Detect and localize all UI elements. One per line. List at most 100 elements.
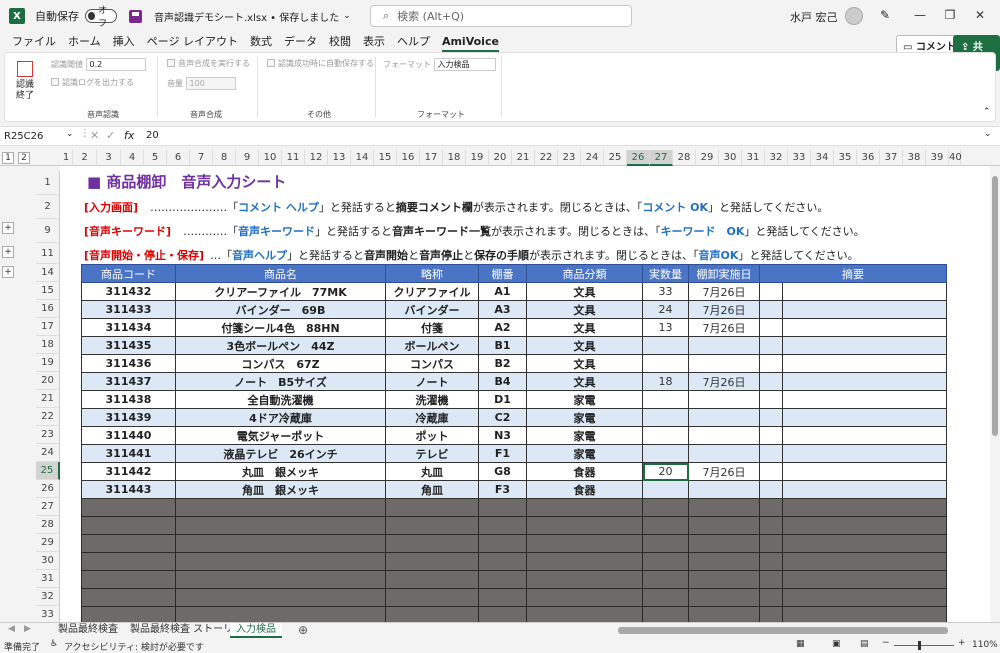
row-header-20[interactable]: 20: [36, 372, 60, 390]
column-header-19[interactable]: 19: [466, 150, 489, 166]
row-header-9[interactable]: 9: [36, 219, 60, 243]
column-header-4[interactable]: 4: [121, 150, 144, 166]
row-header-30[interactable]: 30: [36, 552, 60, 570]
chevron-down-icon[interactable]: ⌄: [343, 11, 351, 21]
table-cell[interactable]: バインダー 69B: [175, 300, 386, 319]
table-cell[interactable]: [782, 462, 947, 481]
row-header-29[interactable]: 29: [36, 534, 60, 552]
table-cell[interactable]: [759, 552, 783, 571]
table-cell[interactable]: クリアファイル: [385, 282, 479, 301]
table-cell[interactable]: 33: [642, 282, 689, 301]
column-header-25[interactable]: 25: [604, 150, 627, 166]
table-cell[interactable]: 18: [642, 372, 689, 391]
autosave-toggle[interactable]: オフ: [85, 6, 117, 29]
table-header-cell[interactable]: 商品分類: [526, 264, 643, 283]
row-header-32[interactable]: 32: [36, 588, 60, 606]
table-cell[interactable]: 角皿 銀メッキ: [175, 480, 386, 499]
table-cell[interactable]: [642, 480, 689, 499]
table-cell[interactable]: [759, 426, 783, 445]
table-cell[interactable]: [81, 606, 176, 622]
row-header-24[interactable]: 24: [36, 444, 60, 462]
column-header-17[interactable]: 17: [420, 150, 443, 166]
table-cell[interactable]: [782, 516, 947, 535]
column-header-12[interactable]: 12: [305, 150, 328, 166]
table-cell[interactable]: [688, 552, 760, 571]
volume-input[interactable]: 100: [185, 77, 236, 90]
column-header-37[interactable]: 37: [880, 150, 903, 166]
table-cell[interactable]: [175, 498, 386, 517]
table-cell[interactable]: 311435: [81, 336, 176, 355]
page-break-icon[interactable]: ▤: [860, 639, 869, 649]
table-cell[interactable]: [81, 570, 176, 589]
collapse-ribbon-icon[interactable]: ⌃: [983, 107, 991, 117]
menu-item-1[interactable]: ホーム: [62, 32, 107, 52]
table-cell[interactable]: [759, 462, 783, 481]
formula-input[interactable]: 20: [146, 130, 159, 141]
table-cell[interactable]: [642, 408, 689, 427]
table-cell[interactable]: [782, 606, 947, 622]
table-cell[interactable]: [759, 588, 783, 607]
table-cell[interactable]: コンパス 67Z: [175, 354, 386, 373]
row-header-16[interactable]: 16: [36, 300, 60, 318]
table-cell[interactable]: 文具: [526, 336, 643, 355]
table-cell[interactable]: N3: [478, 426, 527, 445]
column-header-15[interactable]: 15: [374, 150, 397, 166]
column-header-5[interactable]: 5: [144, 150, 167, 166]
zoom-slider[interactable]: [894, 645, 954, 646]
column-header-30[interactable]: 30: [719, 150, 742, 166]
vertical-scroll-thumb[interactable]: [992, 176, 998, 436]
table-cell[interactable]: [759, 300, 783, 319]
chevron-down-icon[interactable]: ⌄: [66, 129, 74, 139]
table-cell[interactable]: [478, 570, 527, 589]
column-header-20[interactable]: 20: [489, 150, 512, 166]
table-cell[interactable]: 311432: [81, 282, 176, 301]
table-cell[interactable]: 液晶テレビ 26インチ: [175, 444, 386, 463]
column-header-10[interactable]: 10: [259, 150, 282, 166]
table-cell[interactable]: [688, 606, 760, 622]
table-cell[interactable]: [782, 534, 947, 553]
table-cell[interactable]: [642, 534, 689, 553]
table-cell[interactable]: [642, 570, 689, 589]
table-cell[interactable]: [385, 570, 479, 589]
user-name[interactable]: 水戸 宏己: [790, 9, 838, 25]
table-cell[interactable]: [642, 606, 689, 622]
row-header-2[interactable]: 2: [36, 195, 60, 219]
table-cell[interactable]: [759, 408, 783, 427]
table-cell[interactable]: [526, 534, 643, 553]
table-cell[interactable]: 311437: [81, 372, 176, 391]
next-sheet-icon[interactable]: ▶: [24, 624, 31, 634]
recog-log-row[interactable]: 認識ログを出力する: [51, 77, 134, 88]
table-cell[interactable]: 文具: [526, 300, 643, 319]
table-cell[interactable]: F1: [478, 444, 527, 463]
table-cell[interactable]: 311440: [81, 426, 176, 445]
zoom-in-icon[interactable]: +: [958, 638, 966, 648]
sheet-tab-0[interactable]: 製品最終検査: [52, 623, 124, 638]
table-header-cell[interactable]: 棚番: [478, 264, 527, 283]
table-header-cell[interactable]: 棚卸実施日: [688, 264, 760, 283]
table-cell[interactable]: 311434: [81, 318, 176, 337]
table-cell[interactable]: [642, 336, 689, 355]
table-cell[interactable]: B1: [478, 336, 527, 355]
table-cell[interactable]: 311443: [81, 480, 176, 499]
table-cell[interactable]: 311439: [81, 408, 176, 427]
expand-formula-icon[interactable]: ⌄: [984, 129, 992, 139]
save-icon[interactable]: [129, 9, 142, 23]
row-header-22[interactable]: 22: [36, 408, 60, 426]
table-cell[interactable]: [526, 588, 643, 607]
table-cell[interactable]: 食器: [526, 480, 643, 499]
table-cell[interactable]: [526, 552, 643, 571]
table-cell[interactable]: ノート: [385, 372, 479, 391]
format-select[interactable]: 入力検品: [433, 58, 496, 71]
table-cell[interactable]: A2: [478, 318, 527, 337]
table-cell[interactable]: F3: [478, 480, 527, 499]
column-header-26[interactable]: 26: [627, 150, 650, 166]
recog-threshold-select[interactable]: 0.2: [85, 58, 146, 71]
table-cell[interactable]: [782, 588, 947, 607]
table-cell[interactable]: G8: [478, 462, 527, 481]
table-cell[interactable]: 20: [642, 462, 689, 481]
table-header-cell[interactable]: 摘要: [759, 264, 947, 283]
column-header-22[interactable]: 22: [535, 150, 558, 166]
row-header-1[interactable]: 1: [36, 171, 60, 195]
table-cell[interactable]: [782, 408, 947, 427]
table-cell[interactable]: [175, 534, 386, 553]
